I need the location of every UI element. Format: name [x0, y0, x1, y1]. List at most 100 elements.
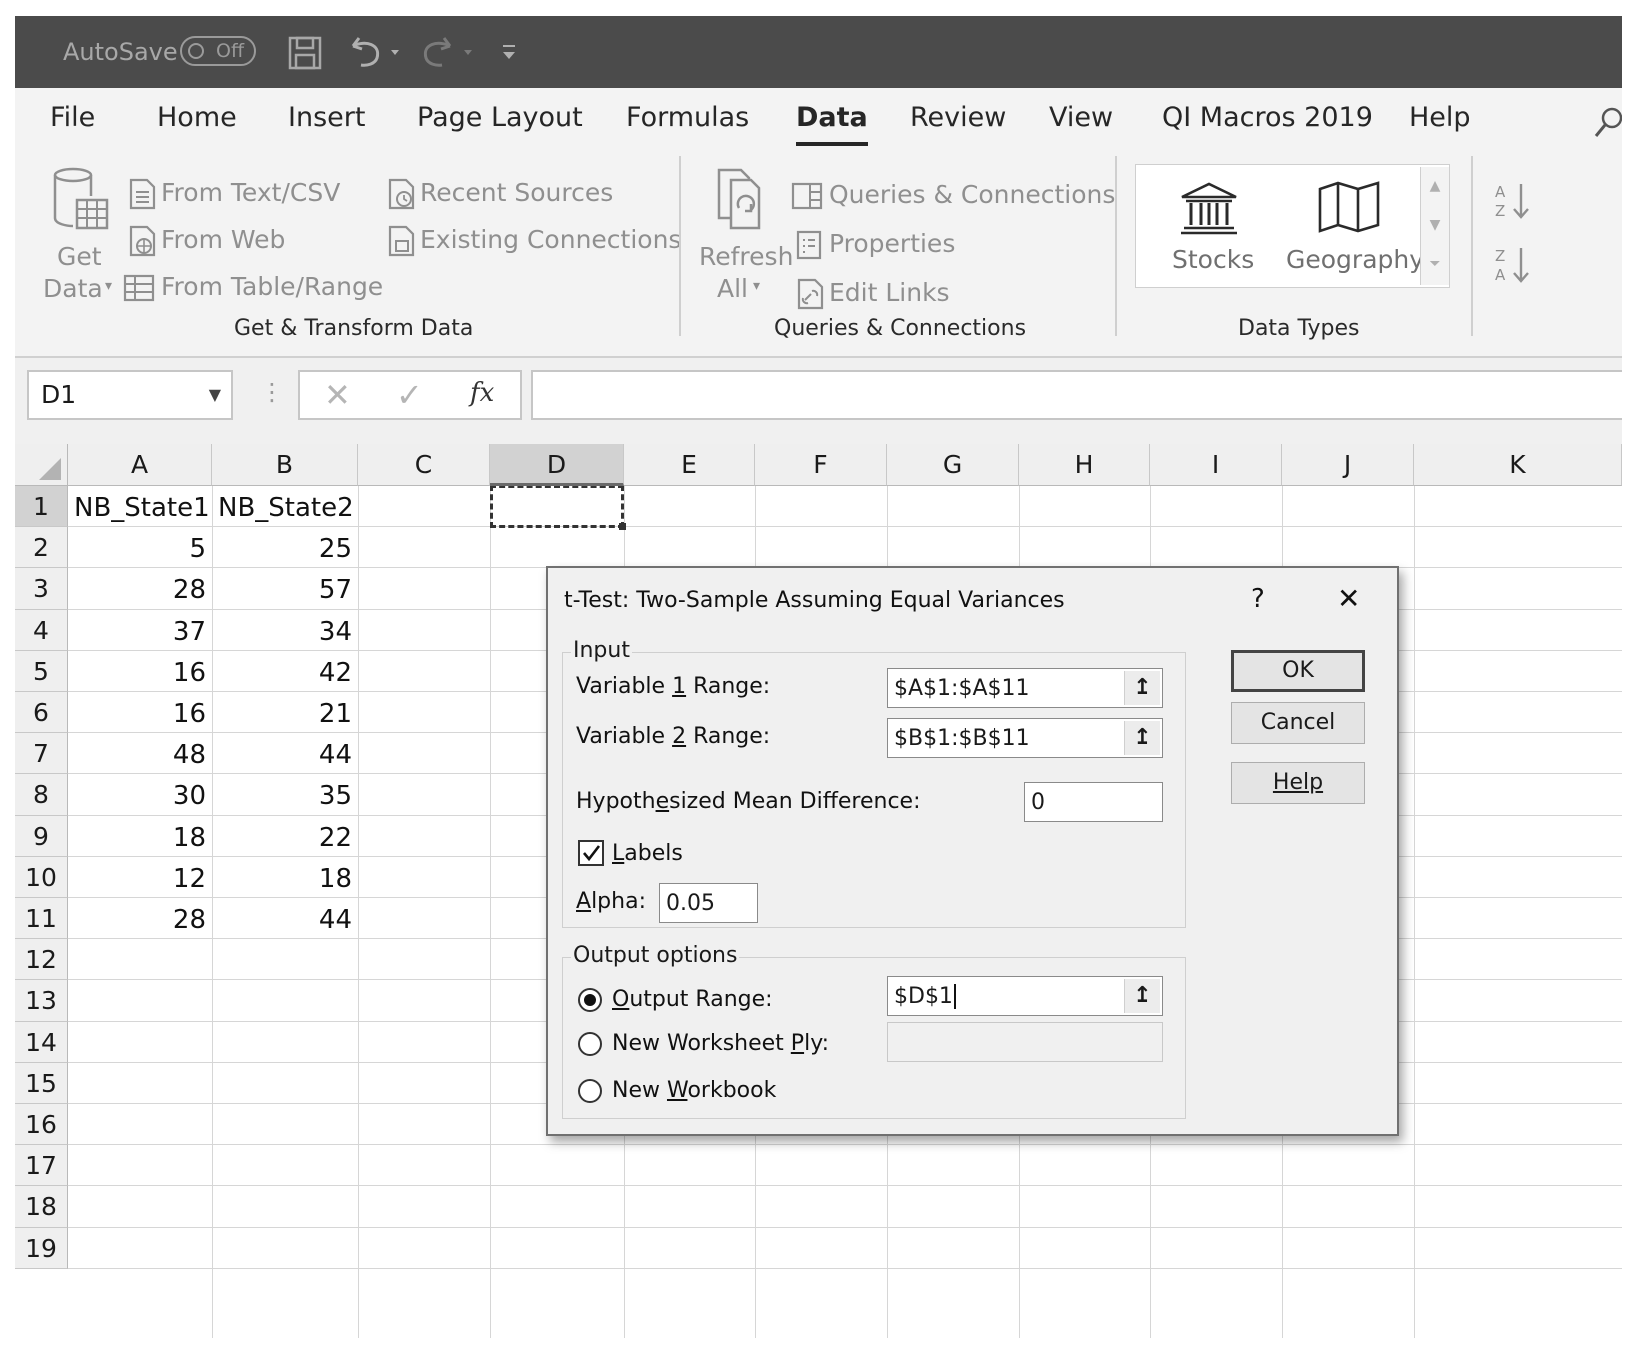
tab-page-layout[interactable]: Page Layout [417, 102, 583, 133]
collapse-dialog-icon[interactable]: ↥ [1124, 721, 1160, 755]
cell[interactable]: 16 [74, 651, 206, 692]
column-header-g[interactable]: G [887, 444, 1019, 486]
cell[interactable]: 37 [74, 610, 206, 651]
insert-function-icon[interactable]: fx [470, 378, 494, 408]
tab-formulas[interactable]: Formulas [626, 102, 749, 133]
tab-file[interactable]: File [50, 102, 95, 133]
cell[interactable]: 5 [74, 527, 206, 568]
cell[interactable]: 28 [74, 898, 206, 939]
edit-links-button[interactable]: Edit Links [795, 278, 950, 310]
row-header-13[interactable]: 13 [15, 980, 68, 1022]
row-header-3[interactable]: 3 [15, 568, 68, 610]
name-box[interactable]: D1 ▼ [27, 370, 233, 420]
tab-home[interactable]: Home [157, 102, 237, 133]
row-header-17[interactable]: 17 [15, 1145, 68, 1187]
cell[interactable]: 48 [74, 733, 206, 774]
column-header-d[interactable]: D [490, 444, 624, 486]
customize-toolbar-icon[interactable] [501, 42, 517, 62]
gallery-scroll[interactable]: ▲ ▼ ⏷ [1420, 167, 1449, 285]
row-header-18[interactable]: 18 [15, 1186, 68, 1228]
cell[interactable]: 34 [218, 610, 352, 651]
cell[interactable]: 44 [218, 898, 352, 939]
chevron-down-icon[interactable]: ▼ [209, 372, 221, 418]
get-data-button[interactable]: Get Data ▾ [37, 164, 117, 304]
cell[interactable]: 21 [218, 692, 352, 733]
row-header-8[interactable]: 8 [15, 774, 68, 816]
row-header-16[interactable]: 16 [15, 1104, 68, 1146]
cell[interactable]: NB_State1 [74, 486, 210, 527]
var1-range-input[interactable]: $A$1:$A$11 ↥ [887, 668, 1163, 708]
properties-button[interactable]: Properties [795, 229, 955, 260]
row-header-6[interactable]: 6 [15, 692, 68, 734]
row-header-2[interactable]: 2 [15, 527, 68, 569]
tab-help[interactable]: Help [1409, 102, 1471, 133]
row-header-12[interactable]: 12 [15, 939, 68, 981]
refresh-all-button[interactable]: Refresh All ▾ [697, 164, 793, 304]
from-web-button[interactable]: From Web [127, 225, 285, 257]
search-icon[interactable] [1593, 106, 1622, 140]
select-all-corner[interactable] [15, 444, 68, 486]
tab-insert[interactable]: Insert [288, 102, 365, 133]
cell[interactable]: 57 [218, 568, 352, 609]
from-table-range-button[interactable]: From Table/Range [123, 272, 383, 303]
enter-icon[interactable]: ✓ [396, 376, 423, 414]
from-text-csv-button[interactable]: From Text/CSV [127, 178, 340, 210]
row-header-11[interactable]: 11 [15, 898, 68, 940]
new-worksheet-radio[interactable] [578, 1032, 602, 1056]
stocks-button[interactable]: Stocks [1146, 165, 1270, 287]
save-icon[interactable] [288, 36, 322, 70]
gallery-down-icon[interactable]: ▼ [1421, 206, 1449, 245]
cancel-icon[interactable]: ✕ [324, 376, 351, 414]
sort-ascending-icon[interactable]: A Z [1493, 180, 1533, 222]
cell[interactable]: 18 [218, 857, 352, 898]
tab-qi-macros[interactable]: QI Macros 2019 [1162, 102, 1373, 133]
cell[interactable]: 44 [218, 733, 352, 774]
collapse-dialog-icon[interactable]: ↥ [1124, 671, 1160, 705]
cell[interactable]: 42 [218, 651, 352, 692]
new-worksheet-input[interactable] [887, 1022, 1163, 1062]
cell[interactable]: 16 [74, 692, 206, 733]
row-header-14[interactable]: 14 [15, 1021, 68, 1063]
column-header-k[interactable]: K [1414, 444, 1622, 486]
hmd-input[interactable]: 0 [1024, 782, 1163, 822]
new-workbook-radio[interactable] [578, 1079, 602, 1103]
column-header-j[interactable]: J [1282, 444, 1414, 486]
help-icon[interactable]: ? [1251, 584, 1265, 614]
formula-input[interactable] [531, 370, 1622, 420]
ok-button[interactable]: OK [1231, 650, 1365, 692]
tab-data[interactable]: Data [796, 102, 868, 146]
cell[interactable]: 22 [218, 816, 352, 857]
cell[interactable]: 35 [218, 774, 352, 815]
selected-cell-marquee[interactable] [490, 485, 626, 530]
cell[interactable]: 12 [74, 857, 206, 898]
collapse-dialog-icon[interactable]: ↥ [1124, 979, 1160, 1013]
help-button[interactable]: Help [1231, 762, 1365, 804]
gallery-more-icon[interactable]: ⏷ [1421, 245, 1449, 284]
column-header-c[interactable]: C [358, 444, 490, 486]
tab-review[interactable]: Review [910, 102, 1006, 133]
cell[interactable]: 28 [74, 568, 206, 609]
column-header-e[interactable]: E [624, 444, 755, 486]
row-header-19[interactable]: 19 [15, 1227, 68, 1269]
row-header-10[interactable]: 10 [15, 856, 68, 898]
row-header-4[interactable]: 4 [15, 609, 68, 651]
cell[interactable]: 25 [218, 527, 352, 568]
cell[interactable]: NB_State2 [218, 486, 354, 527]
column-header-f[interactable]: F [755, 444, 887, 486]
row-header-7[interactable]: 7 [15, 733, 68, 775]
close-icon[interactable]: ✕ [1337, 582, 1360, 615]
column-header-i[interactable]: I [1150, 444, 1282, 486]
gallery-up-icon[interactable]: ▲ [1421, 167, 1449, 206]
redo-icon[interactable] [420, 34, 480, 70]
drag-handle-icon[interactable]: ⋮ [260, 378, 284, 406]
column-header-a[interactable]: A [68, 444, 212, 486]
alpha-input[interactable]: 0.05 [659, 883, 758, 923]
column-header-b[interactable]: B [212, 444, 358, 486]
existing-connections-button[interactable]: Existing Connections [386, 225, 681, 257]
geography-button[interactable]: Geography [1278, 165, 1430, 287]
row-header-9[interactable]: 9 [15, 815, 68, 857]
undo-icon[interactable] [347, 34, 407, 70]
cancel-button[interactable]: Cancel [1231, 702, 1365, 744]
row-header-1[interactable]: 1 [15, 486, 68, 528]
row-header-15[interactable]: 15 [15, 1062, 68, 1104]
